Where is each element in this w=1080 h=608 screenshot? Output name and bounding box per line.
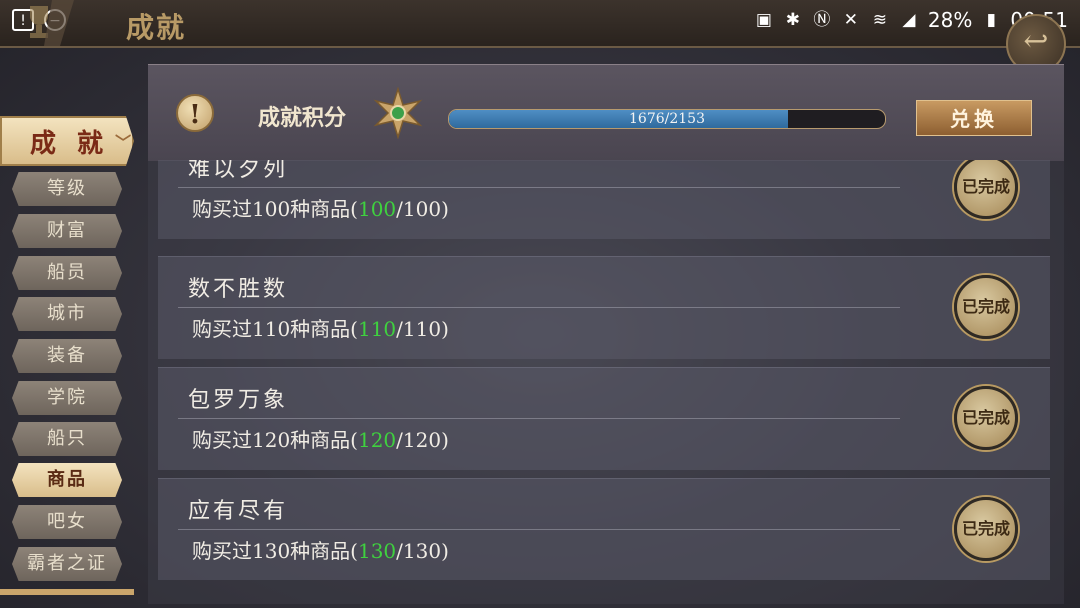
- exchange-button[interactable]: 兑换: [916, 100, 1032, 136]
- achievement-desc: 购买过110种商品(110/110): [192, 317, 449, 341]
- chevron-down-icon: ﹀: [115, 133, 132, 152]
- achievement-list[interactable]: 难以夕列 购买过100种商品(100/100) 已完成 数不胜数 购买过110种…: [158, 160, 1050, 580]
- list-item: 数不胜数 购买过110种商品(110/110) 已完成: [158, 256, 1050, 359]
- divider: [178, 307, 900, 308]
- signal-icon: ◢: [902, 10, 916, 30]
- achievement-title: 应有尽有: [188, 499, 289, 524]
- divider: [178, 187, 900, 188]
- trophy-icon: [30, 0, 74, 46]
- sim-icon: ▣: [755, 10, 772, 30]
- sidebar-item-ships[interactable]: 船只: [12, 422, 122, 456]
- sidebar-item-equipment[interactable]: 装备: [12, 339, 122, 373]
- exclamation-icon[interactable]: !: [176, 94, 214, 132]
- achievement-title: 包罗万象: [188, 388, 289, 413]
- sidebar-bottom-trim: [0, 589, 134, 595]
- completed-badge: 已完成: [954, 386, 1018, 450]
- completed-badge: 已完成: [954, 497, 1018, 561]
- nfc-icon: Ⓝ: [813, 10, 831, 30]
- status-bar: ! − 成就 ▣ ✱ Ⓝ ✕ ≋ ◢ 28% ▮ 00:51: [0, 0, 1080, 48]
- achievement-desc: 购买过130种商品(130/130): [192, 539, 449, 563]
- sidebar-item-level[interactable]: 等级: [12, 172, 122, 206]
- sidebar-main-tab[interactable]: 成 就 ﹀: [0, 116, 134, 166]
- page-title: 成就: [126, 11, 187, 44]
- achievement-desc: 购买过120种商品(120/120): [192, 428, 449, 452]
- completed-badge: 已完成: [954, 160, 1018, 219]
- divider: [178, 418, 900, 419]
- wifi-icon: ≋: [872, 10, 888, 30]
- list-item: 应有尽有 购买过130种商品(130/130) 已完成: [158, 478, 1050, 580]
- divider: [178, 529, 900, 530]
- return-arrow-icon: ↩: [1023, 24, 1049, 59]
- sidebar-main-label: 成 就: [30, 128, 110, 159]
- list-item: 难以夕列 购买过100种商品(100/100) 已完成: [158, 160, 1050, 239]
- progress-text: 1676/2153: [629, 111, 705, 127]
- battery-icon: ▮: [986, 10, 997, 30]
- sidebar: 成 就 ﹀ 等级 财富 船员 城市 装备 学院 船只 商品 吧女 霸者之证: [0, 112, 140, 608]
- sidebar-item-crew[interactable]: 船员: [12, 256, 122, 290]
- achievement-title: 数不胜数: [188, 277, 289, 302]
- sidebar-item-academy[interactable]: 学院: [12, 381, 122, 415]
- mute-icon: ✕: [843, 10, 859, 30]
- score-label: 成就积分: [258, 105, 347, 131]
- battery-percent: 28%: [927, 8, 973, 32]
- star-medal-icon: [373, 87, 423, 139]
- sidebar-item-overlord[interactable]: 霸者之证: [12, 547, 122, 581]
- list-item: 包罗万象 购买过120种商品(120/120) 已完成: [158, 367, 1050, 470]
- score-progress-bar: 1676/2153: [448, 109, 886, 129]
- bluetooth-icon: ✱: [785, 10, 801, 30]
- sidebar-item-barmaid[interactable]: 吧女: [12, 505, 122, 539]
- completed-badge: 已完成: [954, 275, 1018, 339]
- achievement-desc: 购买过100种商品(100/100): [192, 197, 449, 221]
- score-bar: ! 成就积分 1676/2153 兑换: [148, 64, 1064, 161]
- sidebar-item-goods[interactable]: 商品: [12, 463, 122, 497]
- sidebar-item-wealth[interactable]: 财富: [12, 214, 122, 248]
- sidebar-item-city[interactable]: 城市: [12, 297, 122, 331]
- achievement-title: 难以夕列: [188, 160, 289, 182]
